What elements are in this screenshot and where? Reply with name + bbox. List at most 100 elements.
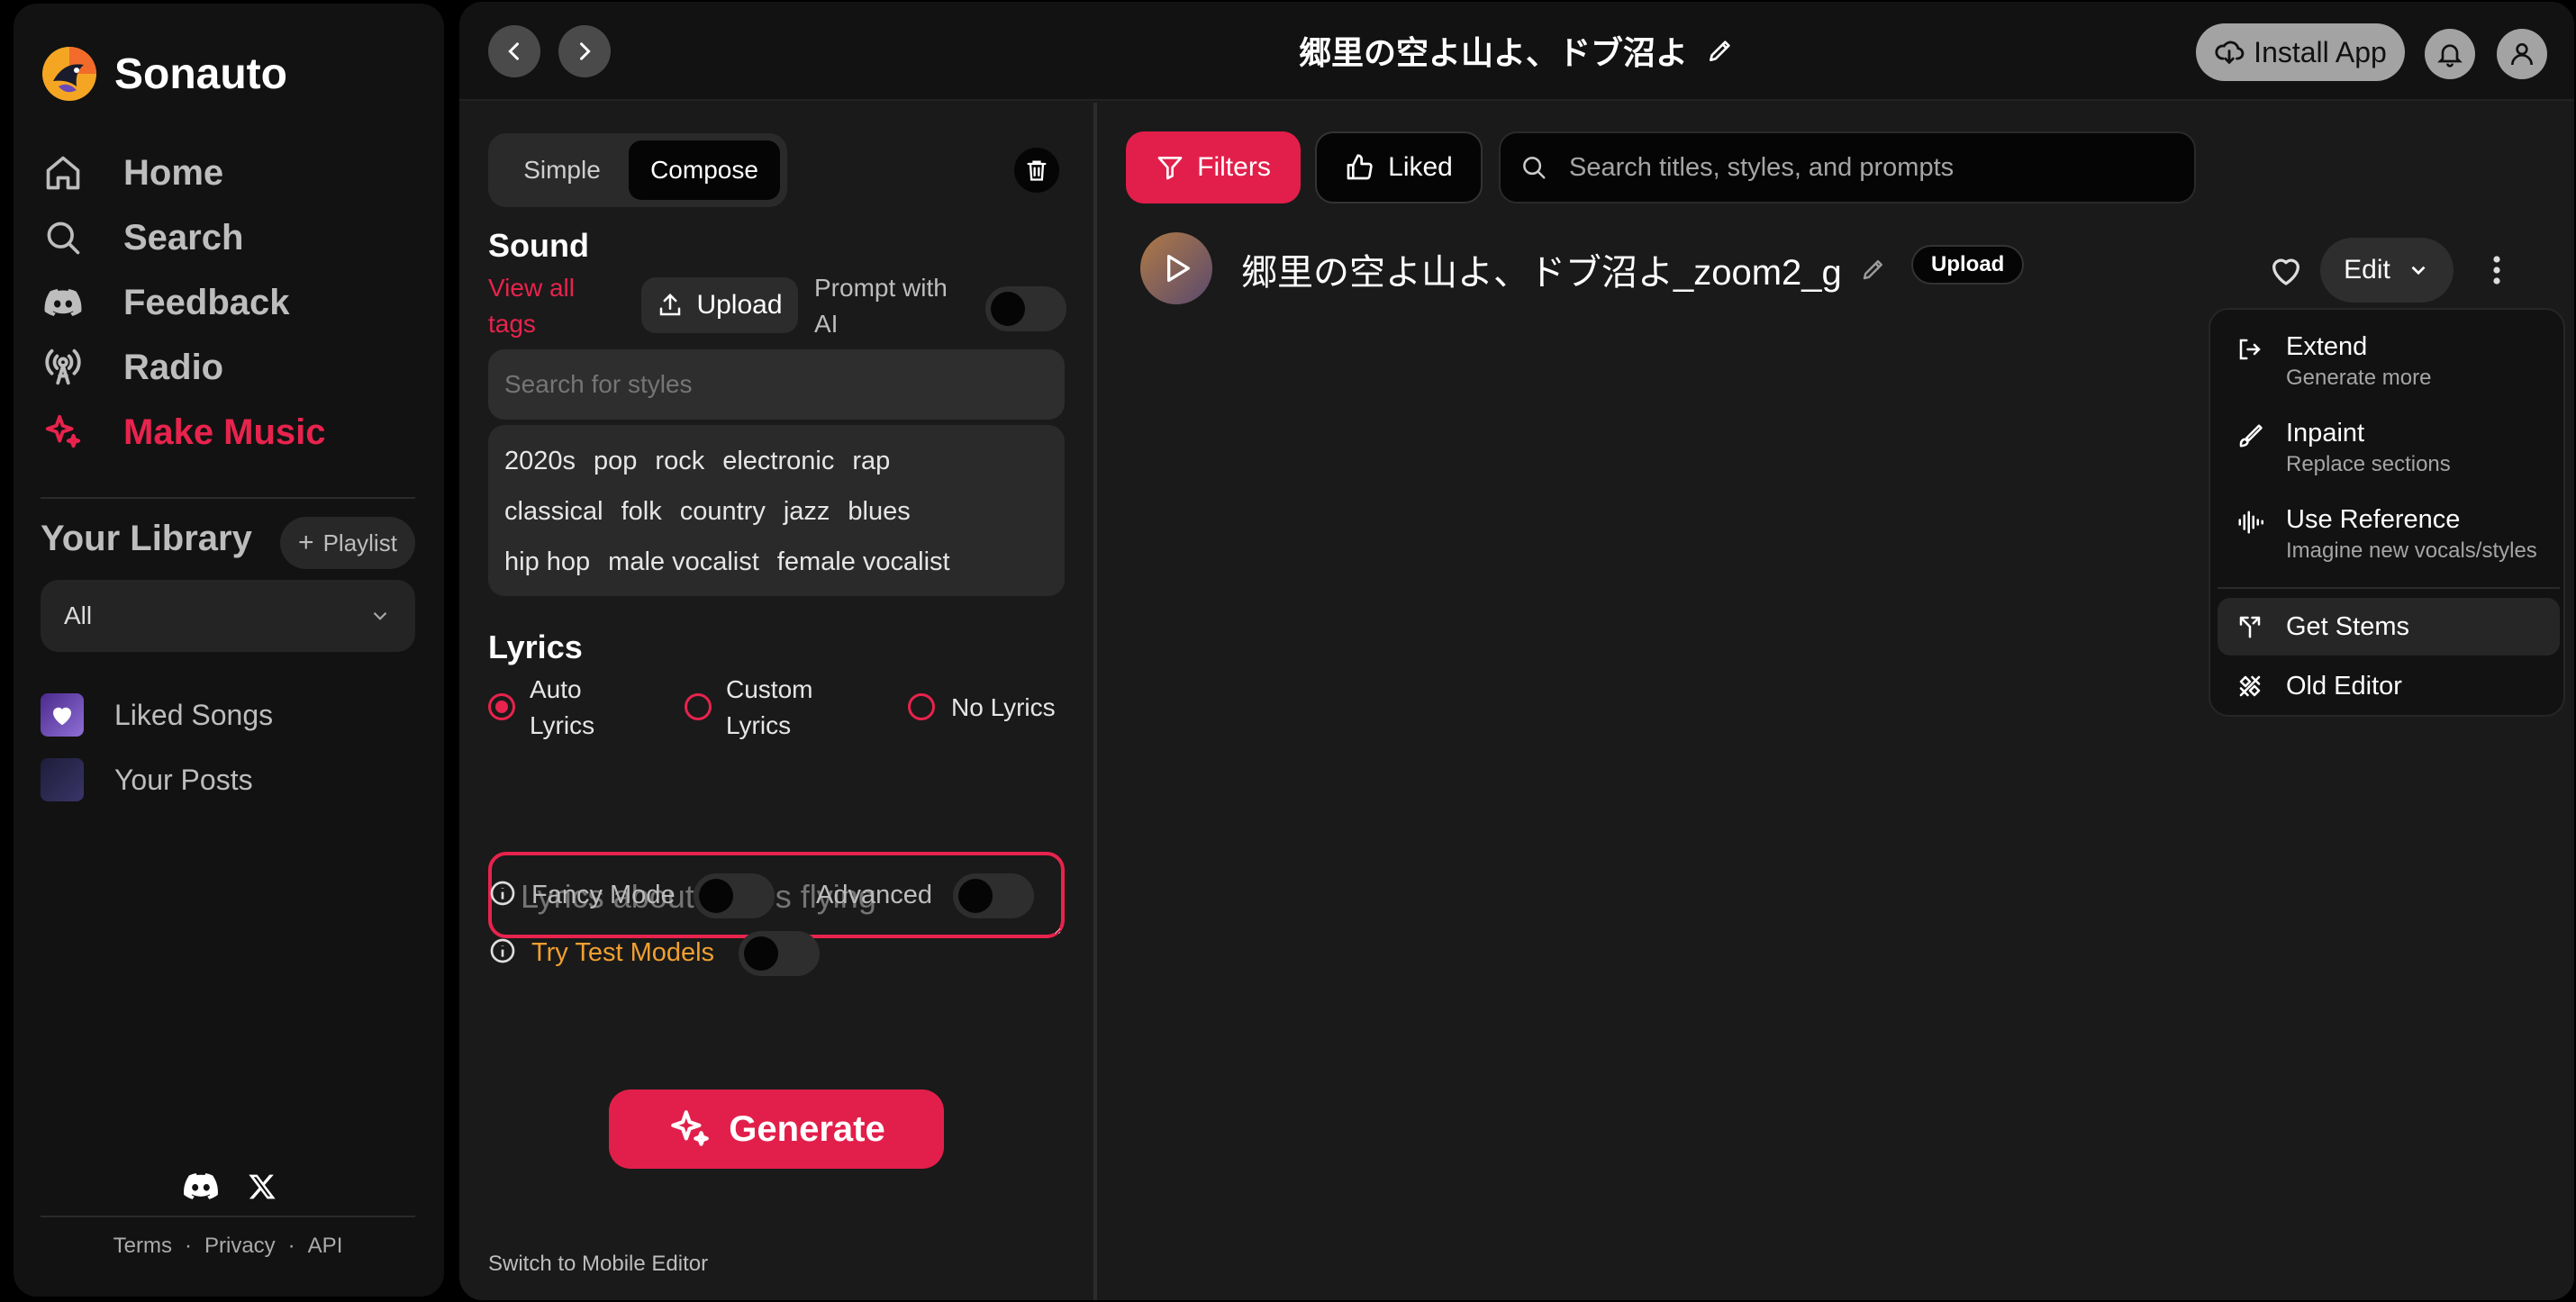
- edit-label: Edit: [2344, 255, 2390, 285]
- style-tag[interactable]: country: [675, 492, 771, 532]
- song-title: 郷里の空よ山よ、ドブ沼よ: [1298, 34, 1688, 71]
- library-search[interactable]: Search titles, styles, and prompts: [1499, 131, 2196, 203]
- trash-icon: [1027, 160, 1047, 181]
- upload-icon: [657, 292, 684, 319]
- toggle-knob: [958, 879, 993, 913]
- liked-filter-button[interactable]: Liked: [1315, 131, 1483, 203]
- home-icon: [41, 150, 86, 195]
- cloud-download-icon: [2214, 37, 2245, 68]
- upload-badge: Upload: [1911, 245, 2025, 285]
- clear-button[interactable]: [1014, 148, 1059, 193]
- discord-social-icon[interactable]: [183, 1171, 219, 1203]
- style-tag[interactable]: blues: [842, 492, 915, 532]
- library-filter-select[interactable]: All: [41, 580, 415, 652]
- menu-item-title: Old Editor: [2286, 672, 2402, 701]
- style-tag[interactable]: electronic: [717, 441, 839, 482]
- main-panel: 郷里の空よ山よ、ドブ沼よ Install App Simple Compose …: [459, 2, 2574, 1300]
- custom-lyrics-radio[interactable]: [685, 693, 712, 720]
- sound-heading: Sound: [488, 227, 589, 264]
- advanced-toggle[interactable]: [953, 873, 1034, 918]
- prompt-with-ai-toggle[interactable]: [985, 286, 1066, 331]
- app-logo[interactable]: Sonauto: [41, 45, 287, 103]
- x-social-icon[interactable]: [244, 1171, 280, 1203]
- library-item-liked-songs[interactable]: Liked Songs: [41, 693, 273, 737]
- lyrics-heading: Lyrics: [488, 628, 583, 665]
- nav-feedback[interactable]: Feedback: [41, 276, 290, 330]
- library-item-your-posts[interactable]: Your Posts: [41, 758, 253, 801]
- switch-mobile-editor-link[interactable]: Switch to Mobile Editor: [488, 1252, 708, 1277]
- menu-item-inpaint[interactable]: Inpaint Replace sections: [2218, 416, 2560, 486]
- tab-simple[interactable]: Simple: [495, 140, 629, 200]
- generate-label: Generate: [729, 1108, 885, 1149]
- filters-button[interactable]: Filters: [1126, 131, 1301, 203]
- search-icon: [1520, 154, 1547, 181]
- app-name: Sonauto: [114, 50, 287, 98]
- track-title[interactable]: 郷里の空よ山よ、ドブ沼よ_zoom2_g: [1241, 243, 1842, 295]
- privacy-link[interactable]: Privacy: [204, 1234, 276, 1258]
- info-icon[interactable]: [488, 936, 517, 965]
- tools-icon: [2234, 670, 2266, 702]
- tab-compose[interactable]: Compose: [629, 140, 780, 200]
- play-button[interactable]: [1140, 232, 1212, 304]
- info-icon[interactable]: [488, 879, 517, 908]
- style-tag[interactable]: jazz: [778, 492, 836, 532]
- column-divider[interactable]: [1093, 103, 1097, 1300]
- no-lyrics-radio[interactable]: [908, 693, 935, 720]
- pencil-icon[interactable]: [1706, 36, 1735, 65]
- menu-item-extend[interactable]: Extend Generate more: [2218, 330, 2560, 400]
- test-models-toggle[interactable]: [739, 931, 820, 976]
- library-item-label: Your Posts: [114, 763, 253, 796]
- radio-icon: [41, 345, 86, 390]
- more-options-button[interactable]: [2479, 245, 2515, 295]
- plus-icon: +: [298, 528, 314, 557]
- thumbs-up-icon: [1345, 153, 1374, 182]
- split-icon: [2234, 610, 2266, 643]
- tag-row: classical folk country jazz blues: [499, 486, 1054, 537]
- add-playlist-button[interactable]: + Playlist: [280, 517, 415, 569]
- sparkle-icon: [41, 410, 86, 455]
- edit-dropdown-button[interactable]: Edit: [2320, 238, 2454, 303]
- nav-search[interactable]: Search: [41, 211, 243, 265]
- no-lyrics-label: No Lyrics: [951, 693, 1056, 721]
- nav-radio[interactable]: Radio: [41, 340, 223, 394]
- style-tag[interactable]: folk: [616, 492, 667, 532]
- style-tag[interactable]: male vocalist: [603, 542, 765, 583]
- style-tag[interactable]: 2020s: [499, 441, 581, 482]
- style-tag[interactable]: rap: [847, 441, 895, 482]
- notifications-button[interactable]: [2425, 29, 2475, 79]
- library-item-label: Liked Songs: [114, 698, 274, 731]
- style-tag[interactable]: pop: [588, 441, 642, 482]
- nav-feedback-label: Feedback: [123, 282, 290, 322]
- nav-radio-label: Radio: [123, 347, 224, 387]
- chevron-down-icon: [2407, 258, 2430, 282]
- profile-button[interactable]: [2497, 29, 2547, 79]
- terms-link[interactable]: Terms: [113, 1234, 172, 1258]
- user-icon: [2511, 43, 2533, 66]
- style-tag[interactable]: female vocalist: [772, 542, 956, 583]
- top-bar: 郷里の空よ山よ、ドブ沼よ Install App: [459, 2, 2574, 101]
- menu-item-subtitle: Replace sections: [2286, 452, 2451, 476]
- like-button[interactable]: [2261, 245, 2311, 295]
- api-link[interactable]: API: [308, 1234, 343, 1258]
- install-app-button[interactable]: Install App: [2196, 23, 2405, 81]
- library-search-placeholder: Search titles, styles, and prompts: [1569, 152, 1955, 182]
- nav-home[interactable]: Home: [41, 146, 223, 200]
- style-search-input[interactable]: [488, 349, 1065, 420]
- fancy-mode-toggle[interactable]: [694, 873, 775, 918]
- upload-button[interactable]: Upload: [641, 277, 798, 333]
- bell-icon: [2437, 44, 2463, 68]
- menu-item-old-editor[interactable]: Old Editor: [2218, 661, 2560, 711]
- nav-make-music[interactable]: Make Music: [41, 405, 326, 459]
- style-tag[interactable]: rock: [649, 441, 710, 482]
- style-tag[interactable]: hip hop: [499, 542, 595, 583]
- pencil-icon[interactable]: [1860, 256, 1887, 283]
- auto-lyrics-radio[interactable]: [488, 693, 515, 720]
- toggle-knob: [991, 292, 1025, 326]
- style-tag[interactable]: classical: [499, 492, 609, 532]
- search-icon: [41, 215, 86, 260]
- menu-item-get-stems[interactable]: Get Stems: [2218, 598, 2560, 656]
- menu-item-use-reference[interactable]: Use Reference Imagine new vocals/styles: [2218, 502, 2560, 573]
- footer-separator: ·: [184, 1234, 192, 1258]
- view-all-tags-link[interactable]: View all tags: [488, 270, 605, 342]
- generate-button[interactable]: Generate: [609, 1090, 944, 1169]
